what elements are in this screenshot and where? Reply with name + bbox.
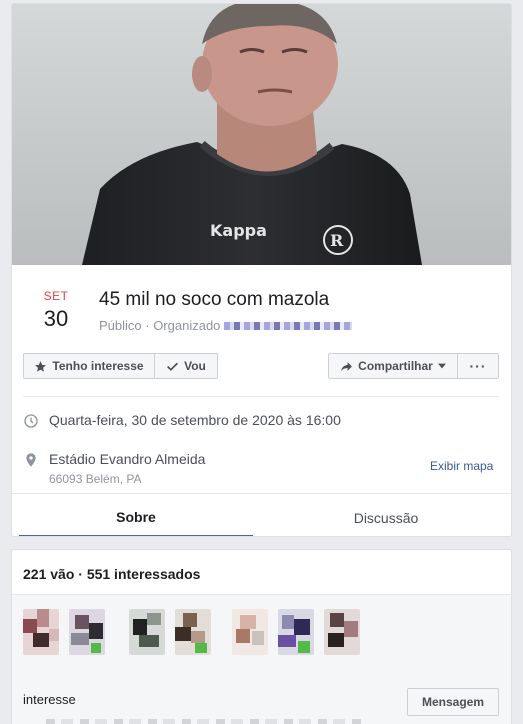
pixelated-avatar-image [324,609,360,655]
show-map-link[interactable]: Exibir mapa [430,459,493,473]
avatar[interactable] [232,609,268,655]
going-button[interactable]: Vou [154,353,218,379]
message-button[interactable]: Mensagem [407,688,499,716]
event-datetime[interactable]: Quarta-feira, 30 de setembro de 2020 às … [49,412,341,428]
event-cover-photo[interactable]: Kappa R [12,4,511,265]
event-privacy-label: Público · Organizado [99,318,221,333]
attendee-band: Mensagem [12,594,511,724]
pixelated-avatar-image [278,609,314,655]
pixelated-avatar-image [175,609,211,655]
star-icon [35,360,47,372]
event-date-month: SET [43,289,69,303]
event-venue[interactable]: Estádio Evandro Almeida [49,451,205,467]
tab-about[interactable]: Sobre [19,498,253,536]
map-pin-icon [26,453,36,467]
interest-text: interesse [23,692,76,707]
event-title: 45 mil no soco com mazola [99,289,330,310]
event-time-row: Quarta-feira, 30 de setembro de 2020 às … [23,412,341,429]
clock-icon [24,414,38,428]
pixelated-avatar-image [129,609,165,655]
event-date: SET 30 [36,289,76,332]
avatar[interactable] [278,609,314,655]
avatar[interactable] [23,609,59,655]
share-button[interactable]: Compartilhar [328,353,458,379]
event-card: Kappa R SET 30 45 mil no soco com mazola… [11,3,512,537]
organizer-name-pixelated[interactable] [224,321,353,330]
svg-text:R: R [330,231,344,250]
divider [23,396,499,397]
share-arrow-icon [341,361,353,371]
avatar[interactable] [69,609,105,655]
avatar[interactable] [129,609,165,655]
caret-down-icon [437,363,446,369]
svg-text:Kappa: Kappa [210,221,267,240]
pixelated-avatar-image [69,609,105,655]
interest-button-label: Tenho interesse [52,359,144,373]
attendance-card: 221 vão · 551 interessados Mensagem inte… [11,549,512,724]
going-button-label: Vou [184,359,206,373]
more-options-button[interactable]: ··· [457,353,499,379]
cover-photo-illustration: Kappa R [12,4,511,265]
pixelated-avatar-image [232,609,268,655]
divider [12,493,511,494]
attendee-names-pixelated [46,719,362,724]
attendance-summary[interactable]: 221 vão · 551 interessados [23,566,200,582]
tab-discussion[interactable]: Discussão [269,498,503,536]
event-privacy-organizer: Público · Organizado [99,318,353,333]
interest-button[interactable]: Tenho interesse [23,353,155,379]
pixelated-avatar-image [23,609,59,655]
event-address: 66093 Belém, PA [49,472,142,486]
share-button-label: Compartilhar [358,359,433,373]
event-location-row: Estádio Evandro Almeida 66093 Belém, PA [23,451,205,486]
check-icon [167,362,179,371]
avatar[interactable] [175,609,211,655]
avatar[interactable] [324,609,360,655]
event-date-day: 30 [43,306,69,331]
